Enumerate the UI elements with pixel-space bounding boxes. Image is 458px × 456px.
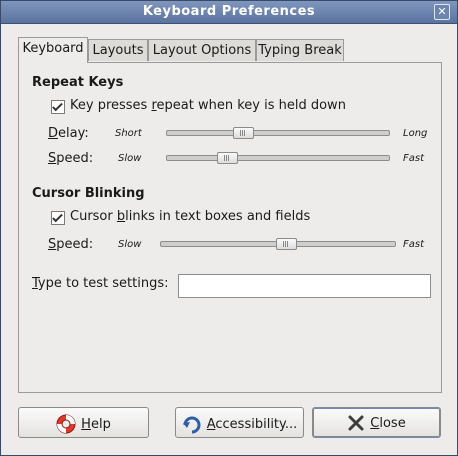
keyboard-preferences-window: Keyboard Preferences ✕ Keyboard Layouts … <box>0 0 458 456</box>
repeat-keys-checkbox-label[interactable]: Key presses repeat when key is held down <box>70 98 346 113</box>
help-lifebuoy-icon <box>56 414 76 434</box>
help-button-label: Help <box>81 416 111 432</box>
close-button[interactable]: Close <box>312 407 441 438</box>
window-close-icon[interactable]: ✕ <box>434 4 450 20</box>
delay-slider-thumb[interactable] <box>232 127 254 139</box>
repeat-keys-checkbox[interactable] <box>51 100 65 114</box>
blink-speed-min-label: Slow <box>118 239 142 250</box>
cursor-blink-checkbox-label[interactable]: Cursor blinks in text boxes and fields <box>70 209 310 224</box>
test-settings-label: Type to test settings: <box>32 276 169 291</box>
accessibility-icon <box>182 416 201 434</box>
cursor-blink-checkbox[interactable] <box>51 211 65 225</box>
tab-layout-options[interactable]: Layout Options <box>148 39 256 61</box>
blink-speed-slider-thumb[interactable] <box>275 238 297 250</box>
delay-slider-track[interactable] <box>166 130 390 136</box>
delay-min-label: Short <box>115 128 142 139</box>
repeat-speed-max-label: Fast <box>403 153 425 164</box>
delay-label: Delay: <box>48 126 89 141</box>
tab-layouts[interactable]: Layouts <box>88 39 148 61</box>
tab-typing-break[interactable]: Typing Break <box>256 39 344 61</box>
keyboard-tab-panel: Repeat Keys Key presses repeat when key … <box>18 62 442 393</box>
repeat-speed-min-label: Slow <box>118 153 142 164</box>
tab-keyboard[interactable]: Keyboard <box>18 37 88 63</box>
test-settings-input[interactable] <box>178 274 431 298</box>
blink-speed-max-label: Fast <box>403 239 425 250</box>
repeat-keys-heading: Repeat Keys <box>32 75 124 90</box>
close-button-label: Close <box>370 415 406 431</box>
repeat-speed-label: Speed: <box>48 151 94 166</box>
repeat-speed-slider-thumb[interactable] <box>216 152 238 164</box>
accessibility-button[interactable]: Accessibility... <box>175 407 304 438</box>
cursor-blinking-heading: Cursor Blinking <box>32 186 145 201</box>
blink-speed-label: Speed: <box>48 237 94 252</box>
close-x-icon <box>348 415 364 431</box>
title-bar[interactable]: Keyboard Preferences ✕ <box>1 1 457 24</box>
window-title: Keyboard Preferences <box>142 4 316 19</box>
repeat-speed-slider-track[interactable] <box>166 155 390 161</box>
accessibility-button-label: Accessibility... <box>206 416 298 432</box>
delay-max-label: Long <box>403 128 428 139</box>
help-button[interactable]: Help <box>18 407 149 438</box>
